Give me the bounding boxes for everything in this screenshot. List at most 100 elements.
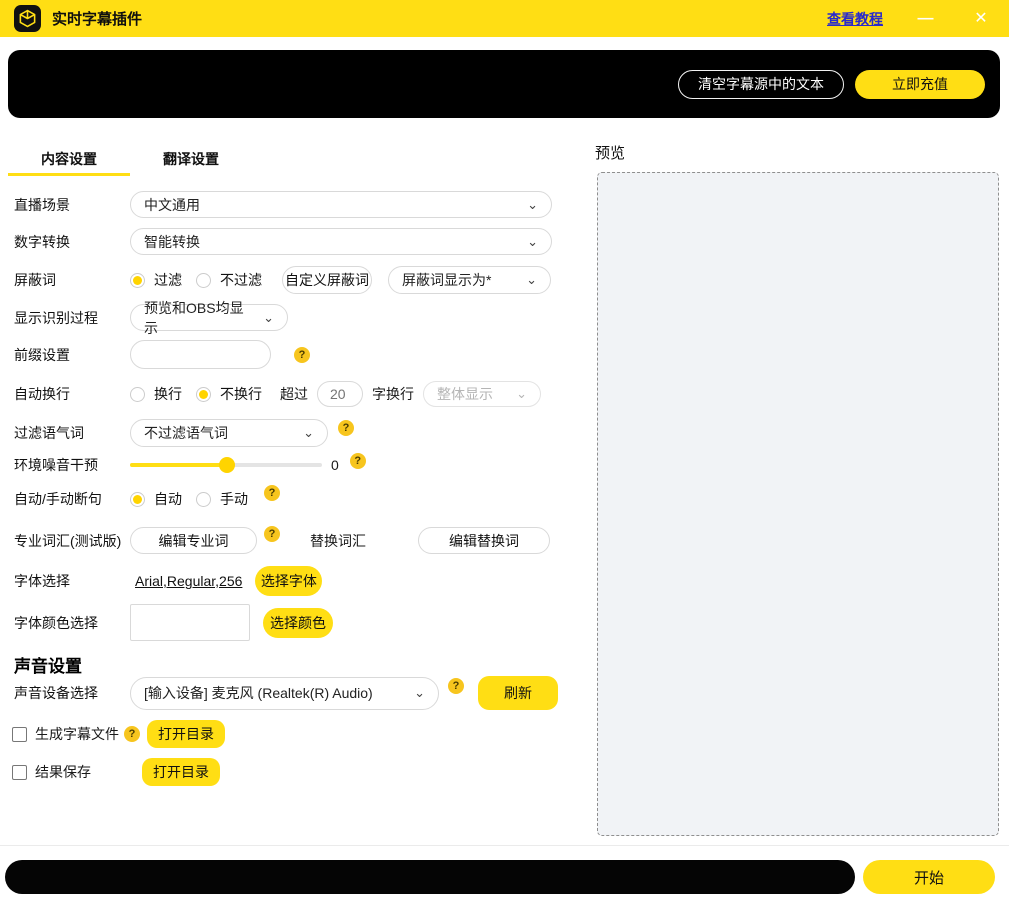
radio-wrap[interactable] (130, 387, 145, 402)
tab-content-settings[interactable]: 内容设置 (8, 143, 130, 183)
pro-vocab-label: 专业词汇(测试版) (14, 531, 130, 551)
row-pro-vocab: 专业词汇(测试版) 编辑专业词 ? 替换词汇 编辑替换词 (14, 527, 550, 554)
show-recognition-select[interactable]: 预览和OBS均显示 ⌄ (130, 304, 288, 331)
subtitle-file-label: 生成字幕文件 (35, 724, 119, 744)
noise-label: 环境噪音干预 (14, 455, 130, 475)
font-color-label: 字体颜色选择 (14, 613, 130, 633)
edit-pro-vocab-button[interactable]: 编辑专业词 (130, 527, 257, 554)
row-show-recognition: 显示识别过程 预览和OBS均显示 ⌄ (14, 304, 288, 331)
auto-wrap-label: 自动换行 (14, 384, 130, 404)
prefix-label: 前缀设置 (14, 345, 130, 365)
row-filter-modal: 过滤语气词 不过滤语气词 ⌄ ? (14, 419, 354, 447)
open-subtitle-dir-button[interactable]: 打开目录 (147, 720, 225, 748)
radio-wrap-label: 换行 (154, 384, 182, 404)
noise-slider[interactable] (130, 463, 322, 467)
minimize-icon[interactable]: — (911, 11, 939, 27)
chevron-down-icon: ⌄ (263, 315, 274, 320)
noise-slider-thumb[interactable] (219, 457, 235, 473)
radio-auto[interactable] (130, 492, 145, 507)
radio-no-filter[interactable] (196, 273, 211, 288)
choose-color-button[interactable]: 选择颜色 (263, 608, 333, 638)
sound-device-help-icon[interactable]: ? (448, 678, 464, 694)
preview-box (597, 172, 999, 836)
row-sound-device: 声音设备选择 [输入设备] 麦克风 (Realtek(R) Audio) ⌄ ?… (14, 676, 558, 710)
start-button[interactable]: 开始 (863, 860, 995, 894)
prefix-help-icon[interactable]: ? (294, 347, 310, 363)
noise-slider-fill (130, 463, 227, 467)
current-font-link[interactable]: Arial,Regular,256 (135, 573, 242, 589)
radio-manual[interactable] (196, 492, 211, 507)
row-live-scene: 直播场景 中文通用 ⌄ (14, 191, 552, 218)
sentence-break-label: 自动/手动断句 (14, 489, 130, 509)
filter-modal-select[interactable]: 不过滤语气词 ⌄ (130, 419, 328, 447)
row-number-convert: 数字转换 智能转换 ⌄ (14, 228, 552, 255)
choose-font-button[interactable]: 选择字体 (255, 566, 322, 596)
close-icon[interactable]: ✕ (967, 11, 995, 27)
pro-vocab-help-icon[interactable]: ? (264, 526, 280, 542)
radio-filter-label: 过滤 (154, 270, 182, 290)
preview-title: 预览 (595, 142, 625, 163)
cube-icon (18, 9, 37, 28)
result-save-label: 结果保存 (35, 762, 130, 782)
open-result-dir-button[interactable]: 打开目录 (142, 758, 220, 786)
chevron-down-icon: ⌄ (516, 391, 527, 396)
row-subtitle-file: 生成字幕文件 ? 打开目录 (12, 720, 225, 748)
wrap-mode-select[interactable]: 整体显示 ⌄ (423, 381, 541, 407)
show-recognition-label: 显示识别过程 (14, 308, 130, 328)
radio-no-wrap-label: 不换行 (220, 384, 262, 404)
noise-help-icon[interactable]: ? (350, 453, 366, 469)
top-banner: 清空字幕源中的文本 立即充值 (8, 50, 1000, 118)
filter-modal-help-icon[interactable]: ? (338, 420, 354, 436)
live-scene-label: 直播场景 (14, 195, 130, 215)
subtitle-file-checkbox[interactable] (12, 727, 27, 742)
blocked-words-display-select[interactable]: 屏蔽词显示为* ⌄ (388, 266, 551, 294)
chevron-down-icon: ⌄ (303, 430, 314, 435)
clear-subtitle-source-button[interactable]: 清空字幕源中的文本 (678, 70, 844, 99)
tab-translation-settings[interactable]: 翻译设置 (130, 143, 252, 183)
refresh-button[interactable]: 刷新 (478, 676, 558, 710)
app-logo (14, 5, 41, 32)
replace-vocab-label: 替换词汇 (310, 531, 366, 551)
radio-manual-label: 手动 (220, 489, 248, 509)
row-auto-wrap: 自动换行 换行 不换行 超过 字换行 整体显示 ⌄ (14, 381, 541, 407)
row-prefix: 前缀设置 ? (14, 340, 310, 369)
radio-filter[interactable] (130, 273, 145, 288)
radio-no-filter-label: 不过滤 (220, 270, 262, 290)
row-noise: 环境噪音干预 0 ? (14, 456, 366, 474)
wrap-char-count-input[interactable] (317, 381, 363, 407)
chevron-down-icon: ⌄ (414, 690, 425, 695)
custom-blocked-words-button[interactable]: 自定义屏蔽词 (282, 266, 372, 294)
app-title: 实时字幕插件 (52, 8, 142, 29)
recharge-button[interactable]: 立即充值 (855, 70, 985, 99)
edit-replace-vocab-button[interactable]: 编辑替换词 (418, 527, 550, 554)
sound-device-select[interactable]: [输入设备] 麦克风 (Realtek(R) Audio) ⌄ (130, 677, 439, 710)
prefix-input[interactable] (130, 340, 271, 369)
footer-divider (0, 845, 1009, 846)
number-convert-label: 数字转换 (14, 232, 130, 252)
chevron-down-icon: ⌄ (527, 239, 538, 244)
subtitle-file-help-icon[interactable]: ? (124, 726, 140, 742)
noise-value: 0 (331, 457, 339, 473)
row-font-color: 字体颜色选择 选择颜色 (14, 604, 333, 641)
row-sound-section: 声音设置 (14, 652, 82, 677)
result-save-checkbox[interactable] (12, 765, 27, 780)
font-color-input[interactable] (130, 604, 250, 641)
settings-tabs: 内容设置 翻译设置 (0, 143, 252, 183)
wrap-suffix-label: 字换行 (372, 384, 414, 404)
row-sentence-break: 自动/手动断句 自动 手动 ? (14, 489, 280, 509)
active-tab-underline (8, 173, 130, 176)
sentence-break-help-icon[interactable]: ? (264, 485, 280, 501)
title-bar: 实时字幕插件 查看教程 — ✕ (0, 0, 1009, 37)
exceed-label: 超过 (280, 384, 308, 404)
tutorial-link[interactable]: 查看教程 (827, 9, 883, 29)
blocked-words-label: 屏蔽词 (14, 270, 130, 290)
chevron-down-icon: ⌄ (526, 277, 537, 282)
row-font-select: 字体选择 Arial,Regular,256 选择字体 (14, 566, 322, 596)
live-scene-select[interactable]: 中文通用 ⌄ (130, 191, 552, 218)
sound-device-label: 声音设备选择 (14, 683, 130, 703)
row-blocked-words: 屏蔽词 过滤 不过滤 自定义屏蔽词 屏蔽词显示为* ⌄ (14, 266, 551, 294)
radio-no-wrap[interactable] (196, 387, 211, 402)
chevron-down-icon: ⌄ (527, 202, 538, 207)
sound-section-title: 声音设置 (14, 652, 82, 677)
number-convert-select[interactable]: 智能转换 ⌄ (130, 228, 552, 255)
